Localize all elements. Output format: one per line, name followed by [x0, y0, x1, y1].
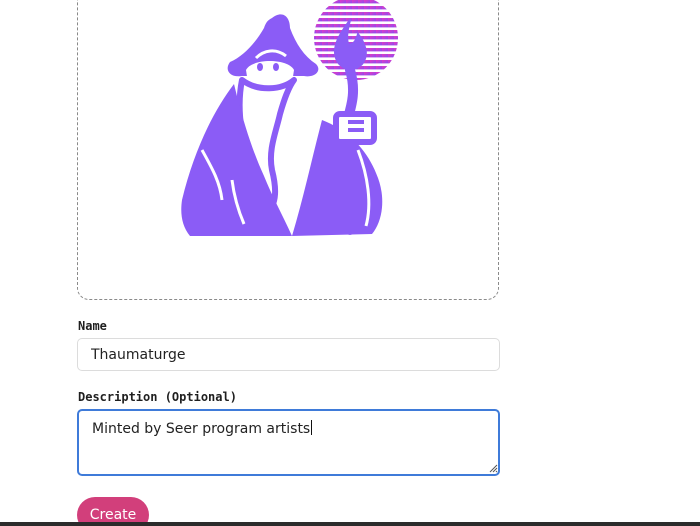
name-label: Name	[78, 319, 107, 333]
description-label: Description (Optional)	[78, 390, 237, 404]
wizard-illustration	[181, 0, 398, 236]
text-caret	[311, 420, 313, 435]
window-bottom-edge	[0, 522, 700, 526]
description-text: Minted by Seer program artists	[92, 421, 311, 437]
mint-form-page: Name Description (Optional) Minted by Se…	[0, 0, 700, 526]
resize-handle-icon[interactable]	[488, 463, 498, 473]
description-textarea[interactable]: Minted by Seer program artists	[77, 409, 500, 476]
name-input[interactable]	[77, 338, 500, 371]
